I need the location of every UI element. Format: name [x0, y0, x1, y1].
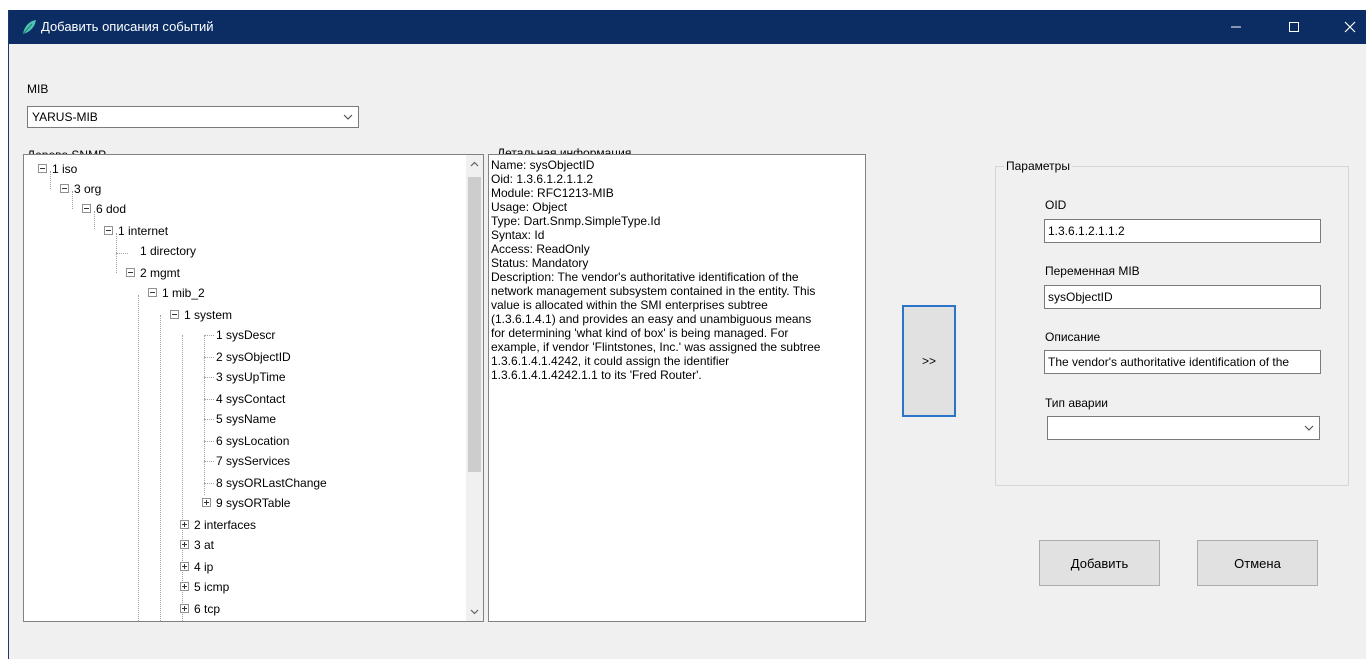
detail-line: example, if vendor 'Flintstones, Inc.' w…	[491, 340, 821, 354]
mib-variable-field[interactable]: sysObjectID	[1044, 285, 1321, 309]
collapse-icon[interactable]	[38, 164, 47, 173]
alarm-type-label: Тип аварии	[1045, 396, 1109, 410]
detail-line: value is allocated within the SMI enterp…	[491, 298, 768, 312]
maximize-button[interactable]	[1271, 10, 1317, 44]
leaf-icon	[22, 20, 36, 35]
oid-label: OID	[1045, 198, 1067, 212]
detail-line: Usage: Object	[491, 200, 568, 214]
oid-field-value: 1.3.6.1.2.1.1.2	[1048, 224, 1125, 238]
collapse-icon[interactable]	[126, 268, 135, 277]
params-group-title: Параметры	[1004, 159, 1072, 173]
snmp-tree[interactable]: 1 iso 3 org 6 dod 1 internet 1 directory…	[23, 154, 484, 622]
expand-icon[interactable]	[180, 540, 189, 549]
mib-select[interactable]: YARUS-MIB	[27, 106, 359, 128]
detail-line: 1.3.6.1.4.1.4242, it could assign the id…	[491, 354, 730, 368]
maximize-icon	[1289, 22, 1299, 32]
description-label: Описание	[1045, 330, 1101, 344]
detail-line: Type: Dart.Snmp.SimpleType.Id	[491, 214, 661, 228]
mib-variable-field-value: sysObjectID	[1048, 290, 1113, 304]
detail-line: for determining 'what kind of box' is be…	[491, 326, 789, 340]
detail-textbox[interactable]: Name: sysObjectID Oid: 1.3.6.1.2.1.1.2 M…	[488, 154, 866, 622]
add-button[interactable]: Добавить	[1039, 540, 1160, 586]
detail-line: Status: Mandatory	[491, 256, 589, 270]
expand-icon[interactable]	[180, 520, 189, 529]
minimize-button[interactable]	[1213, 10, 1259, 44]
alarm-type-select[interactable]	[1047, 416, 1320, 440]
window-title: Добавить описания событий	[41, 19, 214, 34]
cancel-button[interactable]: Отмена	[1197, 540, 1318, 586]
minimize-icon	[1231, 26, 1241, 28]
expand-icon[interactable]	[202, 498, 211, 507]
collapse-icon[interactable]	[148, 288, 157, 297]
scroll-thumb[interactable]	[468, 177, 481, 472]
detail-line: Syntax: Id	[491, 228, 545, 242]
detail-line: 1.3.6.1.4.1.4242.1.1 to its 'Fred Router…	[491, 368, 702, 382]
collapse-icon[interactable]	[82, 204, 91, 213]
transfer-button[interactable]: >>	[902, 305, 956, 417]
chevron-up-icon[interactable]	[469, 159, 480, 170]
description-field-value: The vendor's authoritative identificatio…	[1048, 355, 1290, 369]
collapse-icon[interactable]	[60, 184, 69, 193]
mib-variable-label: Переменная MIB	[1045, 264, 1140, 278]
expand-icon[interactable]	[180, 562, 189, 571]
oid-field[interactable]: 1.3.6.1.2.1.1.2	[1044, 219, 1321, 243]
detail-line: network management subsystem contained i…	[491, 284, 816, 298]
collapse-icon[interactable]	[104, 226, 113, 235]
mib-label: MIB	[27, 82, 49, 96]
close-icon	[1344, 21, 1356, 33]
detail-line: Oid: 1.3.6.1.2.1.1.2	[491, 172, 594, 186]
detail-line: Access: ReadOnly	[491, 242, 590, 256]
close-button[interactable]	[1327, 10, 1366, 44]
chevron-down-icon	[343, 114, 353, 120]
expand-icon[interactable]	[180, 582, 189, 591]
title-bar[interactable]: Добавить описания событий	[9, 10, 1366, 44]
detail-line: (1.3.6.1.4.1) and provides an easy and u…	[491, 312, 812, 326]
tree-scrollbar[interactable]	[466, 155, 483, 621]
detail-line: Module: RFC1213-MIB	[491, 186, 614, 200]
mib-select-value: YARUS-MIB	[32, 110, 98, 124]
expand-icon[interactable]	[180, 604, 189, 613]
collapse-icon[interactable]	[170, 310, 179, 319]
detail-line: Description: The vendor's authoritative …	[491, 270, 799, 284]
chevron-down-icon[interactable]	[469, 606, 480, 617]
description-field[interactable]: The vendor's authoritative identificatio…	[1044, 350, 1321, 374]
chevron-down-icon	[1304, 425, 1314, 431]
detail-line: Name: sysObjectID	[491, 158, 595, 172]
